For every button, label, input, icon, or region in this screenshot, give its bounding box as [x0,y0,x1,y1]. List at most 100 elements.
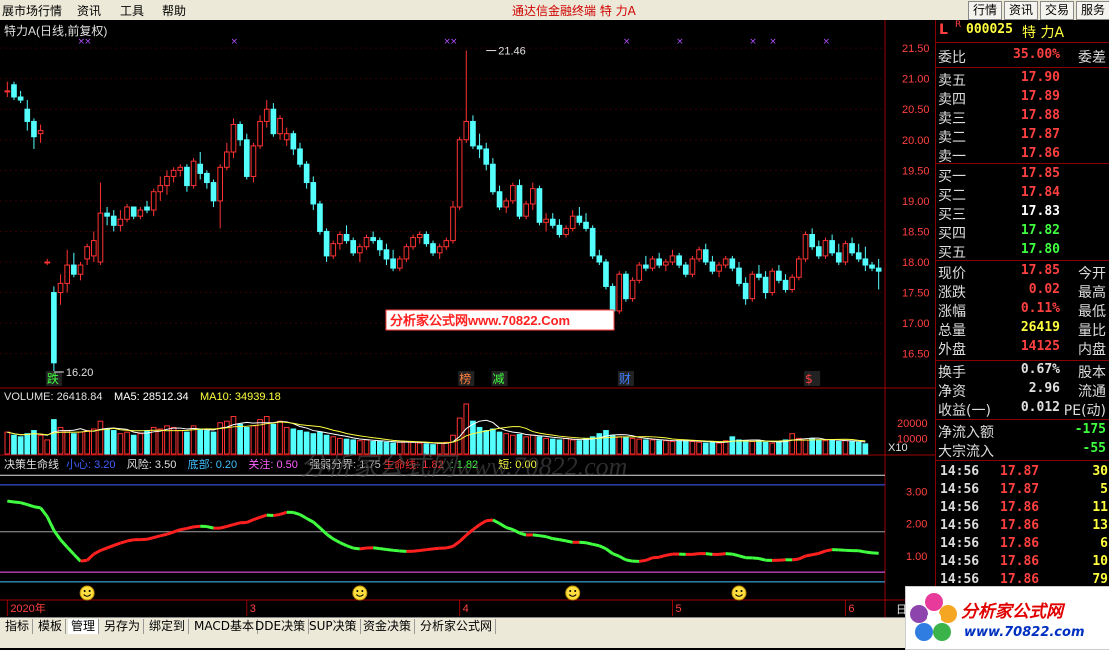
candle-body [590,228,595,256]
tick-volume: 79 [1092,572,1108,587]
kline-chart[interactable]: 16.5017.0017.5018.0018.5019.0019.5020.00… [0,20,935,617]
volume-bar [477,427,482,454]
tab-另存为[interactable]: 另存为 [101,619,144,634]
candle-body [271,109,276,133]
indicator-segment [386,550,393,551]
ask-row-value: 17.87 [1021,127,1060,142]
date-label: 5 [675,603,681,615]
indicator-segment [812,553,819,554]
tab-DDE决策[interactable]: DDE决策 [252,619,309,634]
volume-bar [85,431,90,454]
indicator-segment [533,535,540,536]
candle-body [777,271,782,280]
candle-body [743,283,748,298]
volume-bar [278,421,283,454]
btn-service[interactable]: 服务 [1076,1,1109,20]
tab-SUP决策[interactable]: SUP决策 [306,619,361,634]
indicator-segment [380,549,387,550]
volume-bar [710,442,715,454]
indicator-segment [792,559,799,560]
bid-row-value: 17.83 [1021,204,1060,219]
indicator-segment [806,555,813,556]
candle-body [670,256,675,262]
tab-管理[interactable]: 管理 [68,619,99,634]
quote-row-label2: 内盘 [1078,339,1106,359]
brand-logo: 分析家公式网 www.70822.com [905,586,1109,650]
price-tick-label: 18.00 [902,257,930,269]
volume-bar [823,441,828,454]
status-strip [0,636,935,648]
candle-body [577,216,582,222]
indicator-segment [566,541,573,542]
tick-time: 14:56 [940,482,979,497]
volume-bar [644,440,649,454]
flower-logo-icon [908,590,960,646]
menu-bar: 展市场行情 资讯 工具 帮助 通达信金融终端 特 力A 行情 资讯 交易 服务 [0,0,1109,21]
candle-body [863,259,868,265]
volume-bar [717,443,722,454]
tick-time: 14:56 [940,518,979,533]
ask-row-value: 17.89 [1021,89,1060,104]
smiley-icon [353,586,367,600]
candle-body [504,201,509,207]
indicator-segment [659,555,666,557]
candle-body [431,244,436,253]
tab-绑定到[interactable]: 绑定到 [146,619,189,634]
volume-tick-label: 20000 [897,418,928,430]
volume-bar [777,442,782,455]
date-label: 4 [463,603,469,615]
volume-bar [171,427,176,454]
volume-bar [231,417,236,455]
menu-news[interactable]: 资讯 [77,2,101,19]
indicator-segment [546,537,553,539]
menu-tools[interactable]: 工具 [120,2,144,19]
menu-market[interactable]: 展市场行情 [2,2,62,19]
ask-row-label: 卖五 [938,70,966,90]
event-marker: 减 [493,372,505,386]
indicator-segment [360,548,367,549]
volume-bar [604,431,609,454]
tab-MACD基本[interactable]: MACD基本 [191,619,258,634]
indicator-legend-item: 关注: 0.50 [248,457,298,471]
tick-volume: 30 [1092,464,1108,479]
tab-分析家公式网[interactable]: 分析家公式网 [417,619,496,634]
indicator-segment [260,515,267,517]
indicator-segment [639,560,646,561]
fundamental-row-label2: 股本 [1078,362,1106,382]
tab-指标[interactable]: 指标 [2,619,33,634]
btn-trade[interactable]: 交易 [1040,1,1074,20]
volume-bar [12,435,17,454]
candle-body [165,176,170,185]
logo-url: www.70822.com [964,625,1085,640]
volume-bar [830,440,835,454]
smiley-eye [735,590,737,592]
menu-help[interactable]: 帮助 [162,2,186,19]
ask-row-value: 17.88 [1021,108,1060,123]
tab-模板[interactable]: 模板 [35,619,66,634]
volume-bar [198,429,203,454]
candle-body [624,274,629,298]
tab-资金决策[interactable]: 资金决策 [360,619,415,634]
candle-body [663,262,668,265]
volume-bar [790,434,795,454]
candle-body [477,146,482,149]
bid-row-label: 买四 [938,223,966,243]
fundamental-row: 净资2.96流通 [936,381,1109,399]
quote-row-value: 0.11% [1021,301,1060,316]
price-annotation: 16.20 [66,367,94,379]
candle-body [205,173,210,182]
volume-bar [863,444,868,454]
bid-row: 买四17.82 [936,223,1109,241]
volume-bar [211,432,216,454]
volume-bar [816,440,821,454]
candle-body [737,268,742,283]
ask-row: 卖二17.87 [936,127,1109,145]
btn-quote[interactable]: 行情 [968,1,1002,20]
candle-body [12,85,17,97]
candle-body [750,274,755,298]
btn-news[interactable]: 资讯 [1004,1,1038,20]
tick-time: 14:56 [940,572,979,587]
volume-bar [750,442,755,455]
smiley-icon [566,586,580,600]
x10-label: X10 [888,442,908,454]
